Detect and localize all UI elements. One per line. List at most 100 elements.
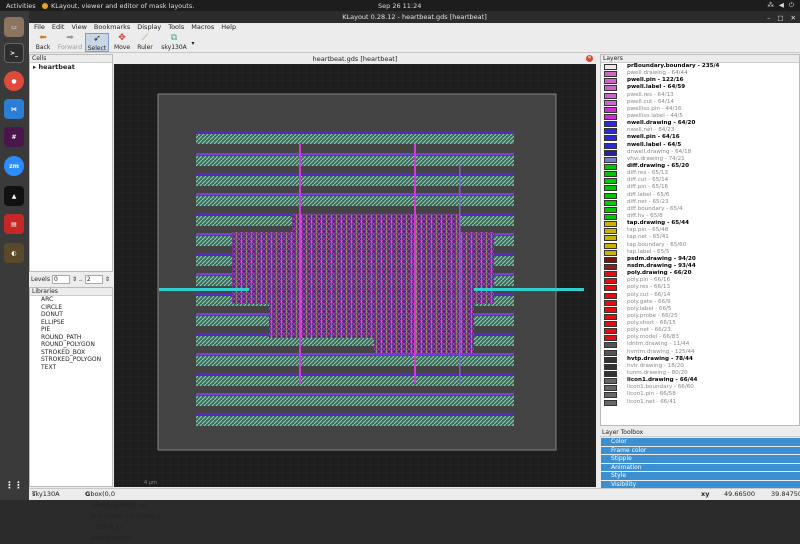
layer-row[interactable]: tap.drawing - 65/44 <box>601 220 799 228</box>
layer-row[interactable]: poly.short - 66/15 <box>601 320 799 328</box>
toolbox-style[interactable]: Style <box>601 472 800 480</box>
zoom-icon[interactable]: zm <box>4 156 24 176</box>
layer-row[interactable]: pwell.pin - 122/16 <box>601 77 799 85</box>
clock[interactable]: Sep 26 11:24 <box>378 2 421 10</box>
klayout-dock-icon[interactable]: ◐ <box>4 243 24 263</box>
menu-tools[interactable]: Tools <box>168 23 184 32</box>
layer-row[interactable]: diff.pin - 65/16 <box>601 184 799 192</box>
technology-button[interactable]: ⧉ sky130A <box>159 33 189 52</box>
minimize-icon[interactable]: – <box>767 12 770 24</box>
layer-row[interactable]: tap.net - 65/41 <box>601 234 799 242</box>
toolbox-stipple[interactable]: Stipple <box>601 455 800 463</box>
level-max-input[interactable]: 2 <box>84 275 103 284</box>
layer-row[interactable]: hvtp.drawing - 78/44 <box>601 356 799 363</box>
layer-row[interactable]: diff.cut - 65/14 <box>601 177 799 185</box>
toolbox-animation[interactable]: Animation <box>601 463 800 471</box>
show-apps-icon[interactable]: ⋮⋮ <box>4 476 24 496</box>
layer-row[interactable]: diff.label - 65/6 <box>601 192 799 199</box>
layer-row[interactable]: pwell.cut - 64/14 <box>601 99 799 106</box>
layer-row[interactable]: poly.pin - 66/16 <box>601 277 799 285</box>
layer-row[interactable]: diff.res - 65/13 <box>601 170 799 178</box>
layer-row[interactable]: pwell.res - 64/13 <box>601 92 799 99</box>
terminal-icon[interactable]: >_ <box>4 43 24 63</box>
layer-row[interactable]: diff.drawing - 65/20 <box>601 163 799 170</box>
library-item[interactable]: PIE <box>30 326 112 334</box>
app-menu[interactable]: KLayout, viewer and editor of mask layou… <box>42 2 194 10</box>
layer-row[interactable]: poly.cut - 66/14 <box>601 292 799 299</box>
layer-row[interactable]: poly.drawing - 66/20 <box>601 270 799 278</box>
library-item[interactable]: STROKED_BOX <box>30 349 112 357</box>
forward-button[interactable]: ➡ Forward <box>56 33 84 52</box>
layer-row[interactable]: licon1.net - 66/41 <box>601 399 799 406</box>
library-item[interactable]: DONUT <box>30 311 112 319</box>
layer-row[interactable]: nsdm.drawing - 93/44 <box>601 263 799 270</box>
layer-row[interactable]: hvtr.drawing - 18/20 <box>601 363 799 370</box>
maximize-icon[interactable]: □ <box>777 12 783 24</box>
layer-row[interactable]: licon1.boundary - 66/60 <box>601 384 799 392</box>
layout-canvas[interactable]: 4 µm <box>114 64 596 487</box>
layer-row[interactable]: poly.res - 66/13 <box>601 284 799 292</box>
menu-file[interactable]: File <box>34 23 45 32</box>
ruler-button[interactable]: ⟋ Ruler <box>133 33 157 52</box>
close-view-icon[interactable]: ✕ <box>586 55 593 62</box>
back-button[interactable]: ⬅ Back <box>31 33 55 52</box>
chrome-icon[interactable]: ● <box>4 71 24 91</box>
spin-arrows-icon[interactable]: ⇕ <box>105 276 110 283</box>
layer-row[interactable]: vhvi.drawing - 74/21 <box>601 156 799 163</box>
layout-view-tab[interactable]: heartbeat.gds [heartbeat] ✕ <box>114 54 596 64</box>
layer-row[interactable]: diff.boundary - 65/4 <box>601 206 799 213</box>
library-item[interactable]: ARC <box>30 296 112 304</box>
slack-icon[interactable]: # <box>4 127 24 147</box>
menu-edit[interactable]: Edit <box>52 23 65 32</box>
layer-row[interactable]: nwell.pin - 64/16 <box>601 134 799 142</box>
layer-row[interactable]: psdm.drawing - 94/20 <box>601 256 799 263</box>
window-titlebar[interactable]: KLayout 0.28.12 - heartbeat.gds [heartbe… <box>29 11 800 23</box>
level-min-input[interactable]: 0 <box>51 275 70 284</box>
layer-row[interactable]: poly.gate - 66/9 <box>601 299 799 306</box>
layer-row[interactable]: pwelliso.label - 44/5 <box>601 113 799 120</box>
menu-macros[interactable]: Macros <box>191 23 214 32</box>
layer-row[interactable]: nwell.net - 84/23 <box>601 127 799 135</box>
layer-row[interactable]: tap.pin - 65/48 <box>601 227 799 235</box>
layer-row[interactable]: licon1.pin - 66/58 <box>601 391 799 399</box>
inkscape-icon[interactable]: ▲ <box>4 186 24 206</box>
layer-row[interactable]: poly.label - 66/5 <box>601 306 799 313</box>
layer-row[interactable]: prBoundary.boundary - 235/4 <box>601 63 799 70</box>
toolbox-frame-color[interactable]: Frame color <box>601 446 800 454</box>
layer-row[interactable]: poly.net - 66/23 <box>601 327 799 335</box>
layer-row[interactable]: nwell.drawing - 64/20 <box>601 120 799 128</box>
menu-help[interactable]: Help <box>221 23 236 32</box>
layer-row[interactable]: poly.probe - 66/25 <box>601 313 799 320</box>
app-red-icon[interactable]: ▤ <box>4 214 24 234</box>
system-tray[interactable]: ⁂ ◀ ⏻ <box>767 1 794 10</box>
layer-row[interactable]: ldntm.drawing - 11/44 <box>601 341 799 349</box>
layer-row[interactable]: pwell.drawing - 64/44 <box>601 70 799 78</box>
move-button[interactable]: ✥ Move <box>110 33 134 52</box>
layer-row[interactable]: diff.net - 65/23 <box>601 199 799 206</box>
close-icon[interactable]: ✕ <box>791 12 796 24</box>
layer-row[interactable]: pwelliso.pin - 44/16 <box>601 106 799 113</box>
vscode-icon[interactable]: ⋈ <box>4 99 24 119</box>
library-item[interactable]: STROKED_POLYGON <box>30 356 112 364</box>
layer-row[interactable]: hvntm.drawing - 125/44 <box>601 349 799 356</box>
layer-row[interactable]: poly.model - 66/83 <box>601 334 799 342</box>
library-item[interactable]: TEXT <box>30 364 112 372</box>
toolbox-visibility[interactable]: Visibility <box>601 480 800 488</box>
spin-arrows-icon[interactable]: ⇕ <box>72 276 77 283</box>
library-item[interactable]: ELLIPSE <box>30 319 112 327</box>
layer-row[interactable]: diff.hv - 65/8 <box>601 213 799 220</box>
menu-view[interactable]: View <box>71 23 86 32</box>
files-icon[interactable]: ▭ <box>4 17 24 37</box>
layer-row[interactable]: nwell.label - 64/5 <box>601 142 799 149</box>
library-item[interactable]: ROUND_POLYGON <box>30 341 112 349</box>
library-item[interactable]: ROUND_PATH <box>30 334 112 342</box>
cell-row-heartbeat[interactable]: ▸ heartbeat <box>30 63 112 71</box>
library-item[interactable]: CIRCLE <box>30 304 112 312</box>
activities-button[interactable]: Activities <box>6 2 36 10</box>
menu-bookmarks[interactable]: Bookmarks <box>94 23 130 32</box>
layer-row[interactable]: tunm.drawing - 80/20 <box>601 370 799 378</box>
select-button[interactable]: ➶ Select <box>85 33 109 52</box>
layer-row[interactable]: dnwell.drawing - 64/18 <box>601 149 799 156</box>
toolbox-color[interactable]: Color <box>601 438 800 446</box>
layer-row[interactable]: tap.boundary - 65/60 <box>601 242 799 249</box>
